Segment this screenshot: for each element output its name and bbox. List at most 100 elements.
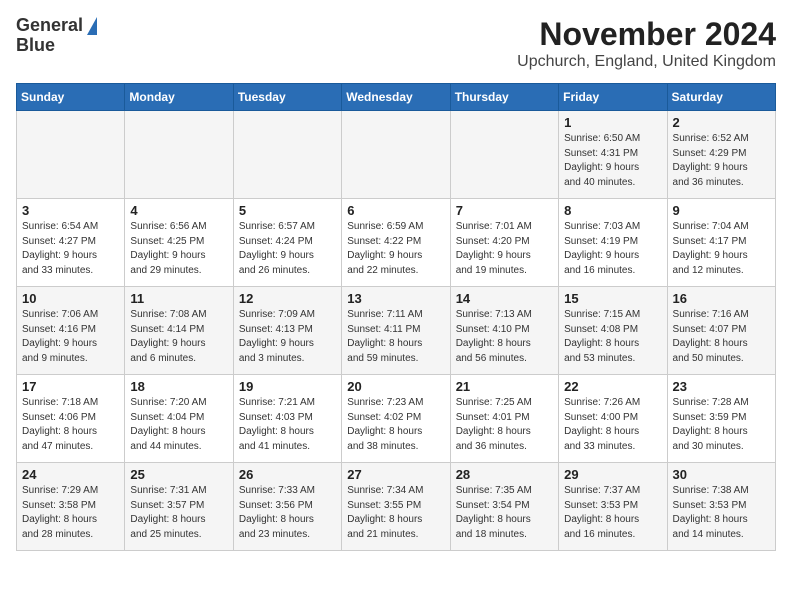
- day-info: Sunrise: 7:06 AM Sunset: 4:16 PM Dayligh…: [22, 308, 119, 366]
- day-info: Sunrise: 7:08 AM Sunset: 4:14 PM Dayligh…: [130, 308, 227, 366]
- calendar-cell: 10 Sunrise: 7:06 AM Sunset: 4:16 PM Dayli…: [17, 287, 125, 375]
- day-info: Sunrise: 7:03 AM Sunset: 4:19 PM Dayligh…: [564, 220, 661, 278]
- day-info: Sunrise: 7:38 AM Sunset: 3:53 PM Dayligh…: [673, 484, 770, 542]
- calendar-week-row: 24Sunrise: 7:29 AM Sunset: 3:58 PM Dayli…: [17, 463, 776, 551]
- logo-general: General: [16, 16, 83, 36]
- day-info: Sunrise: 7:34 AM Sunset: 3:55 PM Dayligh…: [347, 484, 444, 542]
- day-number: 5: [239, 203, 336, 218]
- day-number: 9: [673, 203, 770, 218]
- calendar-title: November 2024: [517, 16, 776, 53]
- day-info: Sunrise: 7:18 AM Sunset: 4:06 PM Dayligh…: [22, 396, 119, 454]
- calendar-cell: 21 Sunrise: 7:25 AM Sunset: 4:01 PM Dayli…: [450, 375, 558, 463]
- day-info: Sunrise: 7:37 AM Sunset: 3:53 PM Dayligh…: [564, 484, 661, 542]
- calendar-subtitle: Upchurch, England, United Kingdom: [517, 53, 776, 71]
- calendar-body: 1Sunrise: 6:50 AM Sunset: 4:31 PM Daylig…: [17, 111, 776, 551]
- day-info: Sunrise: 7:31 AM Sunset: 3:57 PM Dayligh…: [130, 484, 227, 542]
- calendar-header: Sunday Monday Tuesday Wednesday Thursday…: [17, 84, 776, 111]
- calendar-cell: 25 Sunrise: 7:31 AM Sunset: 3:57 PM Dayli…: [125, 463, 233, 551]
- calendar-cell: 27 Sunrise: 7:34 AM Sunset: 3:55 PM Dayli…: [342, 463, 450, 551]
- day-info: Sunrise: 7:26 AM Sunset: 4:00 PM Dayligh…: [564, 396, 661, 454]
- calendar-week-row: 1Sunrise: 6:50 AM Sunset: 4:31 PM Daylig…: [17, 111, 776, 199]
- calendar-cell: [125, 111, 233, 199]
- calendar-cell: 11 Sunrise: 7:08 AM Sunset: 4:14 PM Dayli…: [125, 287, 233, 375]
- calendar-cell: [17, 111, 125, 199]
- col-wednesday: Wednesday: [342, 84, 450, 111]
- day-number: 28: [456, 467, 553, 482]
- day-number: 8: [564, 203, 661, 218]
- day-info: Sunrise: 7:01 AM Sunset: 4:20 PM Dayligh…: [456, 220, 553, 278]
- calendar-cell: 6 Sunrise: 6:59 AM Sunset: 4:22 PM Daylig…: [342, 199, 450, 287]
- day-info: Sunrise: 7:33 AM Sunset: 3:56 PM Dayligh…: [239, 484, 336, 542]
- day-number: 20: [347, 379, 444, 394]
- day-info: Sunrise: 6:54 AM Sunset: 4:27 PM Dayligh…: [22, 220, 119, 278]
- calendar-cell: 20Sunrise: 7:23 AM Sunset: 4:02 PM Dayli…: [342, 375, 450, 463]
- day-number: 22: [564, 379, 661, 394]
- col-saturday: Saturday: [667, 84, 775, 111]
- day-info: Sunrise: 6:59 AM Sunset: 4:22 PM Dayligh…: [347, 220, 444, 278]
- day-info: Sunrise: 7:28 AM Sunset: 3:59 PM Dayligh…: [673, 396, 770, 454]
- day-info: Sunrise: 7:13 AM Sunset: 4:10 PM Dayligh…: [456, 308, 553, 366]
- calendar-table: Sunday Monday Tuesday Wednesday Thursday…: [16, 83, 776, 551]
- day-number: 1: [564, 115, 661, 130]
- day-number: 13: [347, 291, 444, 306]
- day-number: 6: [347, 203, 444, 218]
- calendar-cell: 18 Sunrise: 7:20 AM Sunset: 4:04 PM Dayli…: [125, 375, 233, 463]
- calendar-cell: 19Sunrise: 7:21 AM Sunset: 4:03 PM Dayli…: [233, 375, 341, 463]
- day-info: Sunrise: 6:56 AM Sunset: 4:25 PM Dayligh…: [130, 220, 227, 278]
- day-info: Sunrise: 7:25 AM Sunset: 4:01 PM Dayligh…: [456, 396, 553, 454]
- day-number: 12: [239, 291, 336, 306]
- calendar-cell: [450, 111, 558, 199]
- day-number: 11: [130, 291, 227, 306]
- calendar-cell: 13 Sunrise: 7:11 AM Sunset: 4:11 PM Dayli…: [342, 287, 450, 375]
- col-thursday: Thursday: [450, 84, 558, 111]
- calendar-cell: 8 Sunrise: 7:03 AM Sunset: 4:19 PM Daylig…: [559, 199, 667, 287]
- calendar-cell: 22 Sunrise: 7:26 AM Sunset: 4:00 PM Dayli…: [559, 375, 667, 463]
- day-number: 16: [673, 291, 770, 306]
- day-number: 15: [564, 291, 661, 306]
- logo-triangle-icon: [87, 17, 97, 35]
- calendar-cell: 5 Sunrise: 6:57 AM Sunset: 4:24 PM Daylig…: [233, 199, 341, 287]
- day-number: 17: [22, 379, 119, 394]
- day-number: 29: [564, 467, 661, 482]
- calendar-cell: 1Sunrise: 6:50 AM Sunset: 4:31 PM Daylig…: [559, 111, 667, 199]
- calendar-cell: 2Sunrise: 6:52 AM Sunset: 4:29 PM Daylig…: [667, 111, 775, 199]
- calendar-week-row: 3Sunrise: 6:54 AM Sunset: 4:27 PM Daylig…: [17, 199, 776, 287]
- logo: General Blue: [16, 16, 97, 56]
- day-number: 24: [22, 467, 119, 482]
- day-info: Sunrise: 7:04 AM Sunset: 4:17 PM Dayligh…: [673, 220, 770, 278]
- calendar-cell: 3Sunrise: 6:54 AM Sunset: 4:27 PM Daylig…: [17, 199, 125, 287]
- col-monday: Monday: [125, 84, 233, 111]
- calendar-cell: 17 Sunrise: 7:18 AM Sunset: 4:06 PM Dayli…: [17, 375, 125, 463]
- calendar-week-row: 17 Sunrise: 7:18 AM Sunset: 4:06 PM Dayli…: [17, 375, 776, 463]
- day-info: Sunrise: 7:09 AM Sunset: 4:13 PM Dayligh…: [239, 308, 336, 366]
- day-info: Sunrise: 7:20 AM Sunset: 4:04 PM Dayligh…: [130, 396, 227, 454]
- day-number: 2: [673, 115, 770, 130]
- calendar-cell: [233, 111, 341, 199]
- day-info: Sunrise: 7:21 AM Sunset: 4:03 PM Dayligh…: [239, 396, 336, 454]
- calendar-cell: 9 Sunrise: 7:04 AM Sunset: 4:17 PM Daylig…: [667, 199, 775, 287]
- day-number: 10: [22, 291, 119, 306]
- calendar-cell: 16Sunrise: 7:16 AM Sunset: 4:07 PM Dayli…: [667, 287, 775, 375]
- logo-blue: Blue: [16, 36, 55, 56]
- page-header: General Blue November 2024 Upchurch, Eng…: [16, 16, 776, 71]
- col-sunday: Sunday: [17, 84, 125, 111]
- day-info: Sunrise: 7:15 AM Sunset: 4:08 PM Dayligh…: [564, 308, 661, 366]
- calendar-cell: 4 Sunrise: 6:56 AM Sunset: 4:25 PM Daylig…: [125, 199, 233, 287]
- day-number: 25: [130, 467, 227, 482]
- calendar-cell: 29 Sunrise: 7:37 AM Sunset: 3:53 PM Dayli…: [559, 463, 667, 551]
- day-number: 14: [456, 291, 553, 306]
- day-info: Sunrise: 6:57 AM Sunset: 4:24 PM Dayligh…: [239, 220, 336, 278]
- header-row: Sunday Monday Tuesday Wednesday Thursday…: [17, 84, 776, 111]
- day-number: 7: [456, 203, 553, 218]
- col-tuesday: Tuesday: [233, 84, 341, 111]
- calendar-cell: 30Sunrise: 7:38 AM Sunset: 3:53 PM Dayli…: [667, 463, 775, 551]
- day-number: 27: [347, 467, 444, 482]
- title-block: November 2024 Upchurch, England, United …: [517, 16, 776, 71]
- calendar-cell: 26Sunrise: 7:33 AM Sunset: 3:56 PM Dayli…: [233, 463, 341, 551]
- day-number: 18: [130, 379, 227, 394]
- day-info: Sunrise: 7:11 AM Sunset: 4:11 PM Dayligh…: [347, 308, 444, 366]
- col-friday: Friday: [559, 84, 667, 111]
- day-number: 21: [456, 379, 553, 394]
- calendar-cell: [342, 111, 450, 199]
- day-number: 4: [130, 203, 227, 218]
